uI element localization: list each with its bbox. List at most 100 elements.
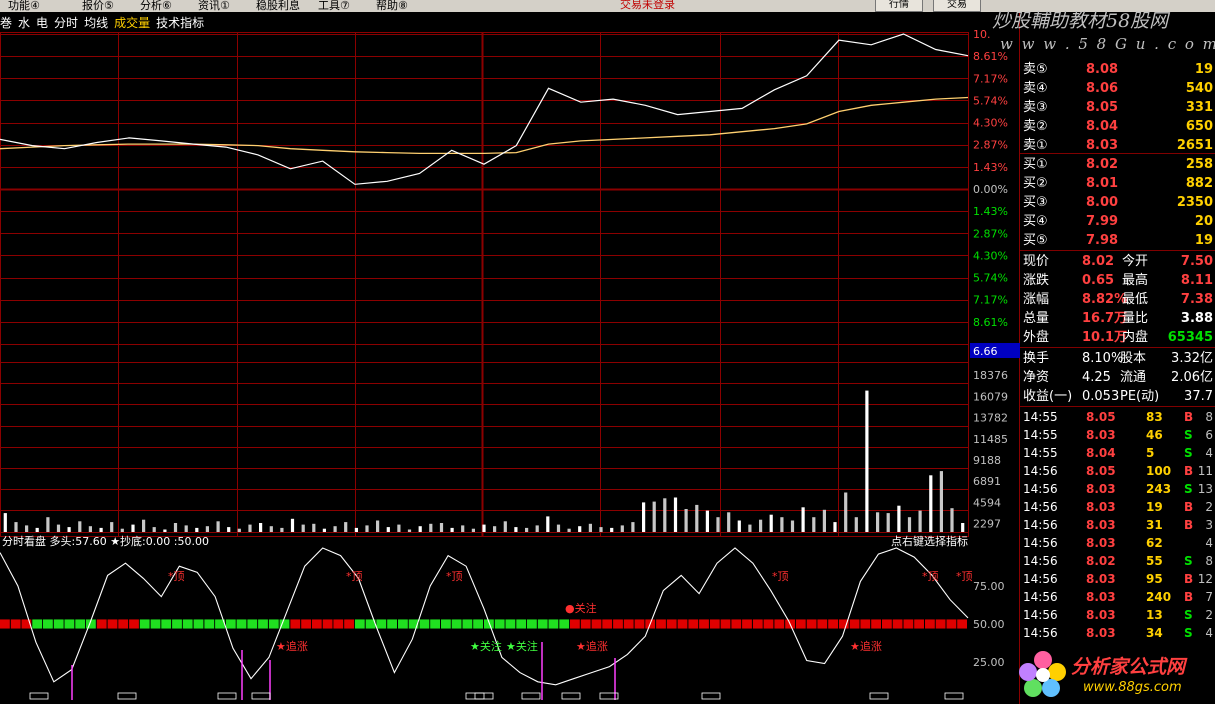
tick-row[interactable]: 14:56 8.03 31 B 3	[1020, 516, 1215, 535]
volume-bar	[439, 523, 444, 532]
tick-row[interactable]: 14:56 8.05 100 B 11	[1020, 462, 1215, 481]
marker-tick	[251, 692, 271, 700]
buy-order-row[interactable]: 买④ 7.99 20	[1020, 212, 1215, 231]
order-level-label: 卖④	[1023, 81, 1048, 96]
stat-label: 收益(一)	[1023, 389, 1073, 404]
order-volume: 540	[1185, 81, 1213, 96]
stat-value: 4.25	[1082, 370, 1111, 385]
volume-bar	[961, 523, 965, 532]
tick-row[interactable]: 14:55 8.04 5 S 4	[1020, 444, 1215, 463]
tick-time: 14:56	[1023, 554, 1058, 568]
tick-price: 8.02	[1086, 554, 1116, 568]
tick-row[interactable]: 14:56 8.03 95 B 12	[1020, 570, 1215, 589]
signal-band-cell	[494, 619, 505, 629]
signal-band-cell	[752, 619, 763, 629]
volume-bar	[514, 527, 518, 532]
signal-label: *顶	[772, 570, 789, 583]
tick-time: 14:55	[1023, 446, 1058, 460]
sell-order-row[interactable]: 卖⑤ 8.08 19	[1020, 60, 1215, 79]
indicator-axis-label: 50.00	[973, 618, 1005, 631]
signal-band-cell	[871, 619, 881, 629]
volume-bar	[142, 519, 146, 532]
signal-band-cell	[806, 619, 817, 629]
price-axis-label: 2.87%	[973, 227, 1008, 240]
tick-row[interactable]: 14:56 8.03 62 4	[1020, 534, 1215, 553]
tick-row[interactable]: 14:55 8.03 46 S 6	[1020, 426, 1215, 445]
tick-row[interactable]: 14:55 8.05 83 B 8	[1020, 408, 1215, 427]
signal-band-cell	[570, 619, 580, 629]
stat-value: 8.02	[1082, 254, 1115, 269]
stat-row[interactable]: 现价 8.02 今开 7.50	[1020, 252, 1215, 271]
order-level-label: 买①	[1023, 157, 1048, 172]
volume-bar	[248, 524, 252, 532]
stat-row[interactable]: 涨跌 0.65 最高 8.11	[1020, 271, 1215, 290]
stat-row[interactable]: 收益(一) 0.053 PE(动) 37.7	[1020, 387, 1215, 406]
tick-time: 14:56	[1023, 590, 1058, 604]
indicator-axis-label: 75.00	[973, 580, 1005, 593]
signal-band-cell	[537, 619, 548, 629]
buy-order-row[interactable]: 买② 8.01 882	[1020, 174, 1215, 193]
price-axis-label: 4.30%	[973, 249, 1008, 262]
sell-order-row[interactable]: 卖④ 8.06 540	[1020, 79, 1215, 98]
watermark-58gu: 炒股輔助教材58股网 w w w . 5 8 G u . c o m	[990, 4, 1215, 56]
tick-count: 4	[1205, 626, 1213, 640]
volume-bar	[588, 523, 592, 532]
stat-value: 3.88	[1180, 311, 1213, 326]
buy-order-row[interactable]: 买① 8.02 258	[1020, 155, 1215, 174]
order-price: 7.98	[1086, 233, 1119, 248]
tick-volume: 31	[1146, 518, 1163, 532]
stat-label: 最高	[1122, 273, 1149, 288]
volume-bar	[418, 526, 422, 532]
volume-bar	[854, 517, 858, 532]
buy-order-row[interactable]: 买⑤ 7.98 19	[1020, 231, 1215, 250]
indicator-axis-label: 25.00	[973, 656, 1005, 669]
quote-panel: 卖⑤ 8.08 19 卖④ 8.06 540 卖③ 8.05 331 卖② 8.04 650 卖① 8.0…	[1020, 58, 1215, 648]
volume-bar	[790, 520, 795, 532]
price-axis-label: 4.30%	[973, 117, 1008, 130]
tick-row[interactable]: 14:56 8.03 19 B 2	[1020, 498, 1215, 517]
signal-band-cell	[828, 619, 838, 629]
tick-row[interactable]: 14:56 8.02 55 S 8	[1020, 552, 1215, 571]
tick-row[interactable]: 14:56 8.03 240 B 7	[1020, 588, 1215, 607]
tick-volume: 34	[1146, 626, 1163, 640]
stat-row[interactable]: 净资 4.25 流通 2.06亿	[1020, 368, 1215, 387]
sell-order-row[interactable]: 卖③ 8.05 331	[1020, 98, 1215, 117]
signal-label: *顶	[446, 570, 463, 583]
signal-band-cell	[957, 619, 967, 629]
signal-label: ★追涨	[276, 639, 308, 653]
tick-row[interactable]: 14:56 8.03 13 S 2	[1020, 606, 1215, 625]
tick-side: S	[1184, 482, 1193, 496]
stat-row[interactable]: 涨幅 8.82% 最低 7.38	[1020, 290, 1215, 309]
stat-row[interactable]: 外盘 10.1万 内盘 65345	[1020, 328, 1215, 347]
tick-time: 14:56	[1023, 518, 1058, 532]
volume-bar	[642, 502, 646, 532]
signal-band-cell	[150, 619, 161, 629]
tick-row[interactable]: 14:56 8.03 243 S 13	[1020, 480, 1215, 499]
volume-bar	[397, 524, 401, 532]
price-axis-label: 2.87%	[973, 139, 1008, 152]
marker-tick	[117, 692, 137, 700]
volume-axis-label: 18376	[973, 369, 1008, 382]
tick-volume: 100	[1146, 464, 1172, 478]
signal-band-cell	[258, 619, 268, 629]
marker-tick	[944, 692, 964, 700]
watermark-line2: w w w . 5 8 G u . c o m	[1000, 35, 1215, 53]
volume-bar	[939, 471, 943, 532]
tick-row[interactable]: 14:56 8.03 34 S 4	[1020, 624, 1215, 643]
signal-band-cell	[462, 619, 473, 629]
stat-row[interactable]: 总量 16.7万 量比 3.88	[1020, 309, 1215, 328]
volume-bar	[631, 522, 635, 532]
signal-band-cell	[688, 619, 699, 629]
marker-tick	[869, 692, 889, 700]
tick-side: B	[1184, 410, 1194, 424]
stat-value: 7.50	[1180, 254, 1213, 269]
stat-row[interactable]: 换手 8.10% 股本 3.32亿	[1020, 349, 1215, 368]
tick-price: 8.03	[1086, 428, 1116, 442]
sell-order-row[interactable]: 卖② 8.04 650	[1020, 117, 1215, 136]
buy-order-row[interactable]: 买③ 8.00 2350	[1020, 193, 1215, 212]
volume-bar	[578, 526, 582, 532]
signal-band-cell	[451, 619, 462, 629]
volume-bar	[216, 521, 220, 532]
signal-band-cell	[193, 619, 204, 629]
volume-bar	[482, 524, 486, 532]
